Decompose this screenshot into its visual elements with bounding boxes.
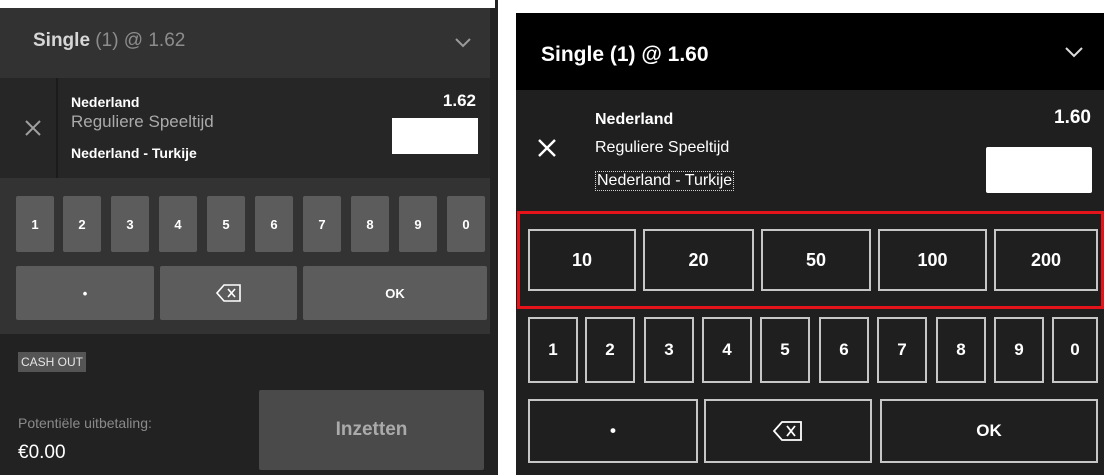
betslip-header[interactable]: Single (1) @ 1.60 [516,13,1104,90]
key-4[interactable]: 4 [702,317,752,383]
key-5[interactable]: 5 [207,196,245,252]
quick-stake-200[interactable]: 200 [994,229,1098,291]
payout-label: Potentiële uitbetaling: [18,415,152,431]
payout-value: €0.00 [18,442,66,463]
backspace-icon [215,284,241,302]
betslip-header[interactable]: Single (1) @ 1.62 [0,8,490,78]
key-0[interactable]: 0 [1052,317,1098,383]
bet-type: Single [33,30,91,51]
remove-selection-button[interactable] [10,100,56,156]
key-backspace[interactable] [704,399,872,463]
key-decimal[interactable]: • [528,399,698,463]
stake-input[interactable] [986,147,1092,193]
selection-row: Nederland Reguliere Speeltijd Nederland … [516,90,1104,210]
bet-count-odds: (1) @ 1.62 [95,30,186,51]
key-1[interactable]: 1 [528,317,578,383]
event-name: Nederland - Turkije [595,171,735,191]
backspace-icon [773,421,802,441]
key-ok[interactable]: OK [880,399,1098,463]
key-9[interactable]: 9 [994,317,1044,383]
top-border [516,0,1104,13]
numeric-keypad: 1 2 3 4 5 6 7 8 9 0 • OK [0,178,490,334]
key-decimal[interactable]: • [16,266,154,320]
key-1[interactable]: 1 [16,196,54,252]
odds-value: 1.62 [442,91,476,110]
key-backspace[interactable] [160,266,297,320]
selection-name: Nederland [71,94,140,110]
key-4[interactable]: 4 [159,196,197,252]
key-7[interactable]: 7 [877,317,927,383]
market-name: Reguliere Speeltijd [71,112,214,131]
key-2[interactable]: 2 [63,196,101,252]
chevron-down-icon[interactable] [455,35,471,53]
key-6[interactable]: 6 [255,196,293,252]
close-icon [538,139,556,157]
key-8[interactable]: 8 [936,317,986,383]
selection-name: Nederland [595,111,674,128]
key-6[interactable]: 6 [819,317,869,383]
selection-row: Nederland Reguliere Speeltijd Nederland … [0,78,490,178]
place-bet-button[interactable]: Inzetten [259,390,484,470]
betslip-title: Single (1) @ 1.62 [33,30,185,52]
market-name: Reguliere Speeltijd [595,139,730,156]
cashout-badge: CASH OUT [18,352,87,372]
top-border [0,0,498,8]
key-7[interactable]: 7 [303,196,341,252]
key-0[interactable]: 0 [447,196,485,252]
quick-stake-100[interactable]: 100 [878,229,987,291]
quick-stake-20[interactable]: 20 [643,229,754,291]
betslip-title: Single (1) @ 1.60 [541,43,709,66]
betslip-old: Single (1) @ 1.62 Nederland Reguliere Sp… [0,0,498,475]
divider [56,78,58,178]
chevron-down-icon[interactable] [1065,45,1083,63]
remove-selection-button[interactable] [532,133,562,163]
close-icon [25,120,41,136]
quick-stake-10[interactable]: 10 [528,229,636,291]
key-3[interactable]: 3 [644,317,694,383]
event-name: Nederland - Turkije [71,145,197,161]
key-2[interactable]: 2 [585,317,635,383]
stake-input[interactable] [392,118,478,154]
key-ok[interactable]: OK [303,266,487,320]
key-5[interactable]: 5 [760,317,810,383]
quick-stake-50[interactable]: 50 [761,229,871,291]
betslip-new: Single (1) @ 1.60 Nederland Reguliere Sp… [516,0,1104,475]
key-3[interactable]: 3 [111,196,149,252]
key-8[interactable]: 8 [351,196,389,252]
odds-value: 1.60 [1054,107,1091,128]
key-9[interactable]: 9 [399,196,437,252]
